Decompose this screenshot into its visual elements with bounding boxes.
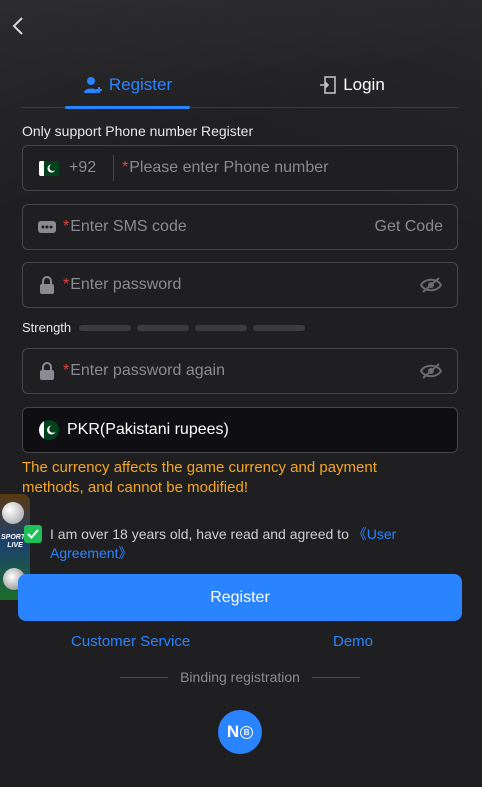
password-strength: Strength (22, 320, 311, 335)
back-button[interactable] (6, 14, 30, 38)
agreement-text: I am over 18 years old, have read and ag… (50, 525, 444, 563)
binding-registration-divider: Binding registration (120, 667, 361, 687)
pakistan-flag-icon (39, 420, 59, 440)
strength-label: Strength (22, 320, 72, 335)
agreement-checkbox[interactable] (24, 525, 42, 543)
chevron-left-icon (12, 17, 23, 35)
eye-off-icon[interactable] (419, 273, 443, 297)
get-code-button[interactable]: Get Code (375, 218, 443, 236)
check-icon (27, 529, 39, 539)
nb-logo-text: N (226, 722, 240, 741)
field-divider (113, 155, 114, 181)
currency-label: PKR(Pakistani rupees) (67, 421, 229, 438)
password-input[interactable]: Enter password (70, 276, 181, 294)
divider-line (311, 676, 361, 678)
lock-icon (37, 275, 57, 295)
lock-icon (37, 361, 57, 381)
tab-login[interactable]: Login (307, 62, 397, 108)
required-mark: * (122, 159, 129, 176)
soccer-ball-icon (2, 502, 24, 524)
nb-wallet-login-button[interactable]: N B (218, 710, 262, 754)
tab-register[interactable]: Register (65, 62, 190, 109)
strength-bar (253, 324, 306, 331)
confirm-password-field: * Enter password again (22, 348, 458, 394)
sms-code-field: * Enter SMS code Get Code (22, 204, 458, 250)
required-mark: * (63, 276, 70, 293)
demo-link[interactable]: Demo (333, 633, 373, 650)
tab-login-label: Login (343, 75, 385, 94)
phone-field: +92 * Please enter Phone number (22, 145, 458, 191)
sms-code-input[interactable]: Enter SMS code (70, 218, 187, 236)
binding-registration-label: Binding registration (180, 669, 300, 685)
message-dots-icon (37, 217, 57, 237)
strength-bar (195, 324, 248, 331)
register-notice: Only support Phone number Register (22, 123, 254, 139)
agreement-statement: I am over 18 years old, have read and ag… (50, 526, 353, 542)
user-add-icon (83, 77, 102, 93)
register-button[interactable]: Register (18, 574, 462, 621)
login-door-icon (320, 76, 336, 94)
country-code[interactable]: +92 (69, 159, 103, 177)
currency-warning: The currency affects the game currency a… (22, 459, 377, 496)
phone-input[interactable]: Please enter Phone number (129, 159, 328, 177)
password-field: * Enter password (22, 262, 458, 308)
customer-service-link[interactable]: Customer Service (71, 633, 190, 650)
currency-select[interactable]: PKR(Pakistani rupees) (22, 407, 458, 453)
strength-bar (79, 324, 132, 331)
required-mark: * (63, 362, 70, 379)
auth-tabs: Register Login (22, 62, 458, 109)
confirm-password-input[interactable]: Enter password again (70, 362, 225, 380)
nb-logo-badge: B (240, 725, 254, 739)
tab-register-label: Register (108, 75, 173, 94)
strength-bar (137, 324, 190, 331)
divider-line (120, 676, 169, 678)
required-mark: * (63, 218, 70, 235)
eye-off-icon[interactable] (419, 359, 443, 383)
agreement-row: I am over 18 years old, have read and ag… (24, 525, 444, 563)
pakistan-flag-icon (39, 160, 59, 176)
